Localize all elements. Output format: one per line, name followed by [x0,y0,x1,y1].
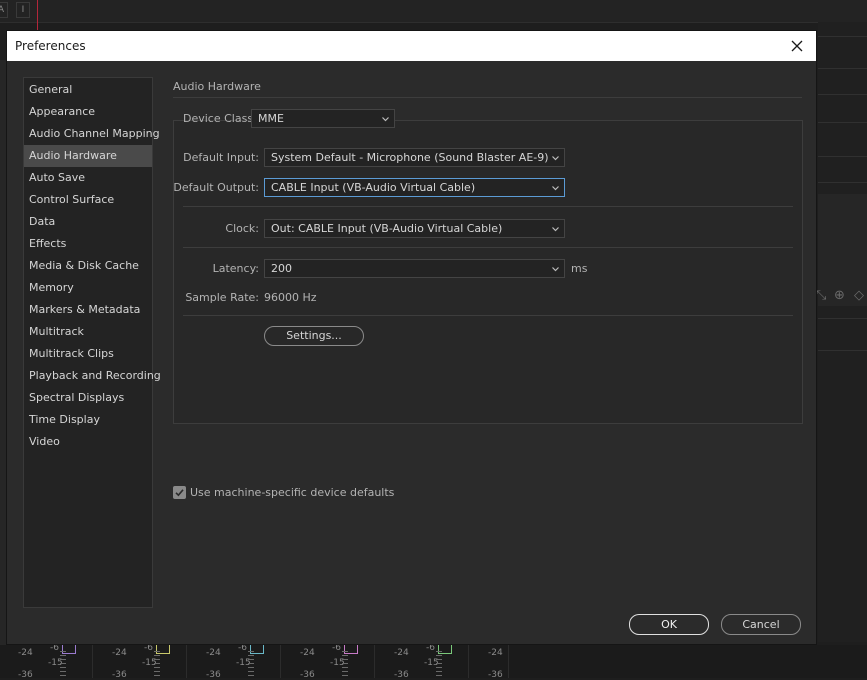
sidebar-item-spectral-displays[interactable]: Spectral Displays [24,387,152,409]
default-input-select[interactable]: System Default - Microphone (Sound Blast… [264,148,565,167]
device-class-value: MME [258,112,284,125]
app-right-panel: ⤡ ⊕ ◇ [816,22,867,642]
sidebar-item-audio-channel-mapping[interactable]: Audio Channel Mapping [24,123,160,145]
mixer-strip: -24 -36 [468,645,509,680]
nudge-icon[interactable]: ◇ [854,288,864,303]
sample-rate-value: 96000 Hz [264,291,317,304]
divider [183,206,793,207]
checkmark-icon [175,489,184,497]
divider [183,247,793,248]
mixer-strip: -24 -36 -6 -15 [92,643,187,680]
section-title: Audio Hardware [173,80,261,93]
chevron-down-icon [552,186,559,191]
close-button[interactable] [784,33,810,59]
clock-select[interactable]: Out: CABLE Input (VB-Audio Virtual Cable… [264,219,565,238]
target-icon[interactable]: ⊕ [834,288,845,303]
latency-value: 200 [271,262,292,275]
default-output-label: Default Output: [173,181,259,194]
sidebar-item-appearance[interactable]: Appearance [24,101,152,123]
sidebar-item-memory[interactable]: Memory [24,277,152,299]
default-input-value: System Default - Microphone (Sound Blast… [271,151,549,164]
ok-button[interactable]: OK [629,614,709,635]
section-divider [173,97,802,98]
fader-scale [248,651,254,678]
tool-button[interactable]: A [0,2,8,18]
default-output-select[interactable]: CABLE Input (VB-Audio Virtual Cable) [264,178,565,197]
device-class-select[interactable]: MME [251,109,395,128]
sidebar-item-markers-metadata[interactable]: Markers & Metadata [24,299,152,321]
clock-value: Out: CABLE Input (VB-Audio Virtual Cable… [271,222,503,235]
dialog-title: Preferences [15,39,86,53]
app-toolbar: A I [0,0,867,23]
sidebar-item-general[interactable]: General [24,79,152,101]
fader-scale [436,651,442,678]
sidebar-item-multitrack[interactable]: Multitrack [24,321,152,343]
fader-scale [154,651,160,678]
machine-defaults-label: Use machine-specific device defaults [190,486,395,499]
chevron-down-icon [552,227,559,232]
tool-button[interactable]: I [16,2,30,18]
mixer-strip: -24 -36 -6 -15 [374,643,469,680]
mixer-strip: -24 -36 -6 -15 [0,643,93,680]
sidebar-item-control-surface[interactable]: Control Surface [24,189,152,211]
latency-label: Latency: [212,262,259,275]
device-class-label: Device Class: [183,112,257,125]
expand-icon[interactable]: ⤡ [816,288,826,303]
close-icon [791,40,803,52]
sidebar-item-multitrack-clips[interactable]: Multitrack Clips [24,343,152,365]
preferences-dialog: Preferences General Appearance Audio Cha… [6,30,817,645]
clock-label: Clock: [225,222,259,235]
mixer-strip: -24 -36 -6 -15 [280,643,375,680]
chevron-down-icon [552,156,559,161]
chevron-down-icon [552,267,559,272]
sidebar-item-playback-recording[interactable]: Playback and Recording [24,365,161,387]
divider [183,315,793,316]
sidebar-item-audio-hardware[interactable]: Audio Hardware [24,145,152,167]
latency-select[interactable]: 200 [264,259,565,278]
sidebar-item-time-display[interactable]: Time Display [24,409,152,431]
preferences-category-list: General Appearance Audio Channel Mapping… [23,77,161,608]
fader-scale [60,651,66,678]
default-output-value: CABLE Input (VB-Audio Virtual Cable) [271,181,476,194]
fader-scale [342,651,348,678]
sidebar-item-effects[interactable]: Effects [24,233,152,255]
default-input-label: Default Input: [183,151,259,164]
latency-unit: ms [571,262,588,275]
sample-rate-label: Sample Rate: [185,291,259,304]
sidebar-item-data[interactable]: Data [24,211,152,233]
sidebar-item-video[interactable]: Video [24,431,152,453]
mixer-strip: -24 -36 -6 -15 [186,643,281,680]
dialog-titlebar[interactable]: Preferences [7,31,816,61]
cancel-button[interactable]: Cancel [721,614,801,635]
settings-button[interactable]: Settings... [264,326,364,346]
machine-defaults-checkbox[interactable] [173,486,186,499]
chevron-down-icon [382,117,389,122]
sidebar-item-media-disk-cache[interactable]: Media & Disk Cache [24,255,152,277]
sidebar-item-auto-save[interactable]: Auto Save [24,167,152,189]
mixer-meters: -24 -36 -6 -15 -24 -36 -6 -15 -24 -36 -6… [0,643,867,680]
